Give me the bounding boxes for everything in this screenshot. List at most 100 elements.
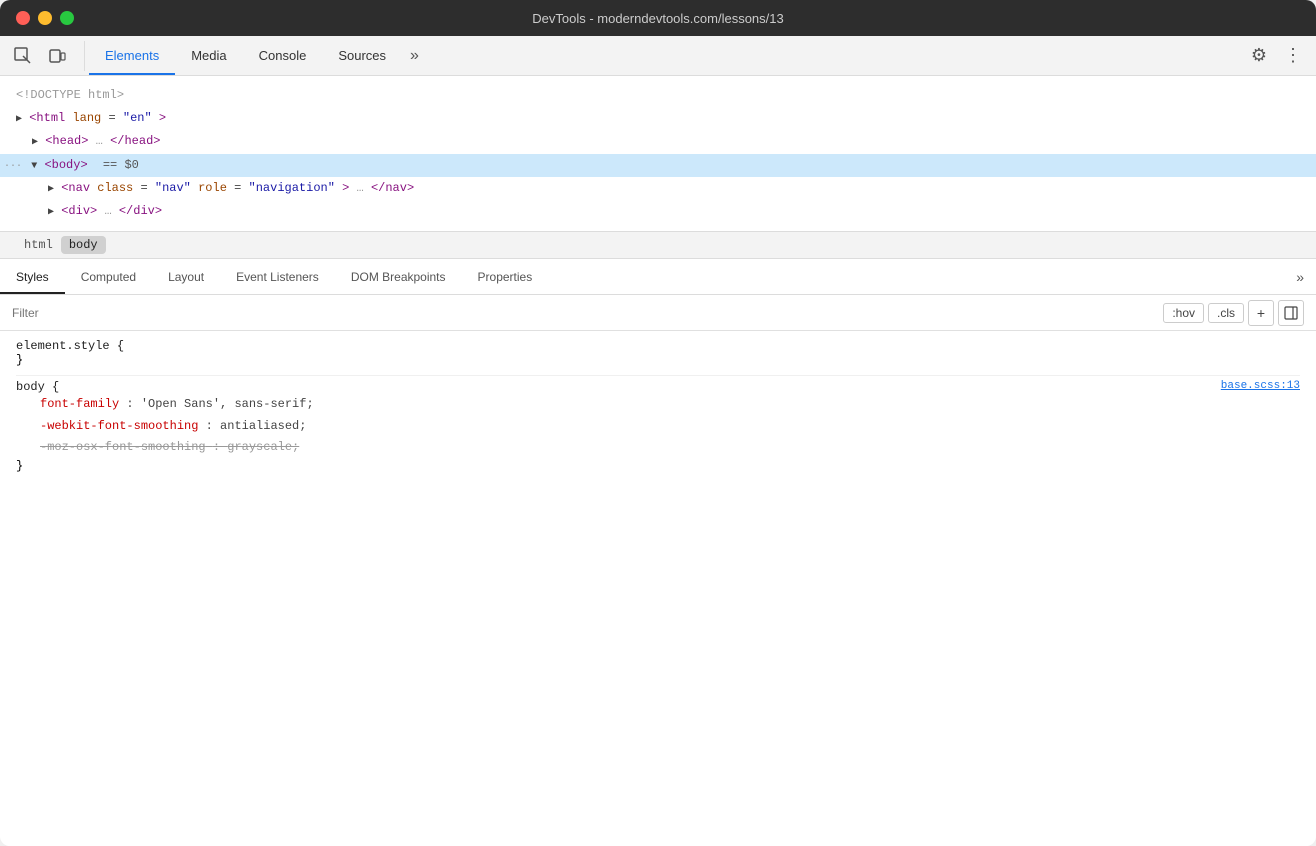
head-tag-close: </head> xyxy=(110,134,160,148)
top-tab-list: Elements Media Console Sources » xyxy=(89,36,1244,75)
div-ellipsis: … xyxy=(104,204,111,218)
close-button[interactable] xyxy=(16,11,30,25)
tab-console[interactable]: Console xyxy=(243,36,323,75)
sub-tabbar: Styles Computed Layout Event Listeners D… xyxy=(0,259,1316,295)
dom-line-nav[interactable]: ▶ <nav class = "nav" role = "navigation"… xyxy=(0,177,1316,200)
more-vert-btn[interactable]: ⋮ xyxy=(1278,41,1308,71)
body-selector-text: body { xyxy=(16,380,59,394)
cls-btn[interactable]: .cls xyxy=(1208,303,1244,323)
top-tab-right-icons: ⚙ ⋮ xyxy=(1244,41,1308,71)
devtools-icon-group xyxy=(8,41,85,71)
nav-eq1: = xyxy=(140,181,147,195)
body-tag: <body> xyxy=(44,158,87,172)
nav-attr-role: role xyxy=(198,181,227,195)
font-family-value: 'Open Sans', sans-serif; xyxy=(141,397,314,411)
device-icon xyxy=(48,47,66,65)
css-prop-webkit-font-smoothing: -webkit-font-smoothing : antialiased; xyxy=(16,416,1300,438)
breadcrumb-bar: html body xyxy=(0,231,1316,259)
tab-sources[interactable]: Sources xyxy=(322,36,402,75)
webkit-colon: : xyxy=(206,419,220,433)
body-css-close: } xyxy=(16,459,1300,473)
minimize-button[interactable] xyxy=(38,11,52,25)
body-css-block: body { base.scss:13 font-family : 'Open … xyxy=(16,380,1300,481)
inspector-icon-btn[interactable] xyxy=(8,41,38,71)
window-title: DevTools - moderndevtools.com/lessons/13 xyxy=(532,11,783,26)
html-equals: = xyxy=(108,111,115,125)
subtab-layout[interactable]: Layout xyxy=(152,259,220,294)
div-tag-open: <div> xyxy=(61,204,97,218)
moz-prop: -moz-osx-font-smoothing xyxy=(40,440,206,454)
html-triangle: ▶ xyxy=(16,114,22,125)
styles-content: element.style { } body { base.scss:13 fo… xyxy=(0,331,1316,846)
body-dollar: $0 xyxy=(124,158,138,172)
subtab-styles[interactable]: Styles xyxy=(0,259,65,294)
nav-tag-close: > xyxy=(342,181,349,195)
html-tag-open: <html xyxy=(29,111,65,125)
top-tabs-more-btn[interactable]: » xyxy=(402,36,427,75)
dom-line-html[interactable]: ▶ <html lang = "en" > xyxy=(0,107,1316,130)
traffic-lights xyxy=(16,11,74,25)
webkit-prop: -webkit-font-smoothing xyxy=(40,419,198,433)
moz-value: grayscale; xyxy=(227,440,299,454)
div-triangle: ▶ xyxy=(48,207,54,218)
body-css-selector: body { base.scss:13 xyxy=(16,380,1300,394)
doctype-text: <!DOCTYPE html> xyxy=(16,88,124,102)
moz-colon: : xyxy=(213,440,227,454)
tab-media[interactable]: Media xyxy=(175,36,242,75)
filter-bar: :hov .cls + xyxy=(0,295,1316,331)
nav-ellipsis: … xyxy=(357,181,364,195)
dom-line-head[interactable]: ▶ <head> … </head> xyxy=(0,130,1316,153)
div-closing-tag: </div> xyxy=(119,204,162,218)
nav-attr-class: class xyxy=(97,181,133,195)
subtab-event-listeners[interactable]: Event Listeners xyxy=(220,259,335,294)
body-source-link[interactable]: base.scss:13 xyxy=(1221,380,1300,392)
dom-line-div[interactable]: ▶ <div> … </div> xyxy=(0,200,1316,223)
sub-tabs-more-btn[interactable]: » xyxy=(1284,259,1316,294)
styles-panel: Styles Computed Layout Event Listeners D… xyxy=(0,259,1316,846)
inspector-icon xyxy=(14,47,32,65)
nav-tag-open: <nav xyxy=(61,181,90,195)
maximize-button[interactable] xyxy=(60,11,74,25)
head-tag: <head> xyxy=(45,134,88,148)
html-tag-close: > xyxy=(159,111,166,125)
subtab-properties[interactable]: Properties xyxy=(462,259,549,294)
html-attr-lang-val: "en" xyxy=(123,111,152,125)
dom-tree-panel: <!DOCTYPE html> ▶ <html lang = "en" > ▶ … xyxy=(0,76,1316,231)
element-style-block: element.style { } xyxy=(16,339,1300,376)
head-triangle: ▶ xyxy=(32,137,38,148)
sidebar-toggle-btn[interactable] xyxy=(1278,300,1304,326)
body-dots: ··· xyxy=(4,161,22,172)
html-attr-lang: lang xyxy=(72,111,101,125)
hov-btn[interactable]: :hov xyxy=(1163,303,1204,323)
font-family-colon: : xyxy=(126,397,140,411)
settings-btn[interactable]: ⚙ xyxy=(1244,41,1274,71)
breadcrumb-body[interactable]: body xyxy=(61,236,106,254)
filter-input[interactable] xyxy=(12,306,1155,320)
dom-line-body[interactable]: ··· ▼ <body> == $0 xyxy=(0,154,1316,177)
webkit-value: antialiased; xyxy=(220,419,306,433)
subtab-computed[interactable]: Computed xyxy=(65,259,152,294)
titlebar: DevTools - moderndevtools.com/lessons/13 xyxy=(0,0,1316,36)
subtab-dom-breakpoints[interactable]: DOM Breakpoints xyxy=(335,259,462,294)
more-vert-icon: ⋮ xyxy=(1284,45,1302,66)
devtools-main: Elements Media Console Sources » ⚙ ⋮ <!D… xyxy=(0,36,1316,846)
css-prop-font-family: font-family : 'Open Sans', sans-serif; xyxy=(16,394,1300,416)
dom-line-doctype[interactable]: <!DOCTYPE html> xyxy=(0,84,1316,107)
breadcrumb-html[interactable]: html xyxy=(16,236,61,254)
element-style-close: } xyxy=(16,353,1300,367)
device-toggle-btn[interactable] xyxy=(42,41,72,71)
add-style-btn[interactable]: + xyxy=(1248,300,1274,326)
element-style-selector: element.style { xyxy=(16,339,1300,353)
body-equals: == xyxy=(103,158,125,172)
nav-role-val: "navigation" xyxy=(249,181,335,195)
font-family-prop: font-family xyxy=(40,397,119,411)
top-tabbar: Elements Media Console Sources » ⚙ ⋮ xyxy=(0,36,1316,76)
settings-icon: ⚙ xyxy=(1251,45,1267,66)
tab-elements[interactable]: Elements xyxy=(89,36,175,75)
nav-eq2: = xyxy=(234,181,241,195)
filter-buttons: :hov .cls + xyxy=(1163,300,1304,326)
body-triangle: ▼ xyxy=(31,161,37,172)
devtools-window: DevTools - moderndevtools.com/lessons/13 xyxy=(0,0,1316,846)
head-ellipsis: … xyxy=(96,134,103,148)
nav-class-val: "nav" xyxy=(155,181,191,195)
